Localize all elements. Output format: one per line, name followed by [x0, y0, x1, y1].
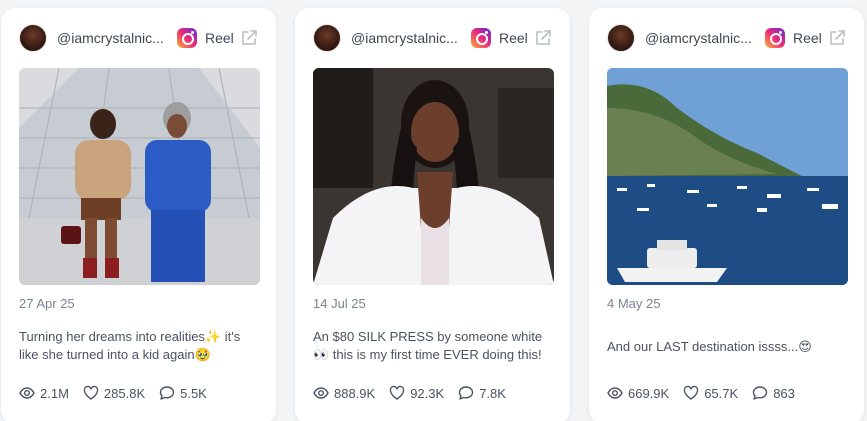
- post-thumbnail-image: [19, 68, 260, 285]
- comments-count: 5.5K: [180, 385, 207, 401]
- likes-count: 285.8K: [103, 385, 146, 401]
- heart-icon: [683, 385, 699, 400]
- instagram-icon: [765, 28, 785, 48]
- post-card[interactable]: @iamcrystalnic... Reel 4 May 25 And our …: [589, 8, 864, 421]
- external-link-icon[interactable]: [534, 29, 552, 47]
- post-date: 27 Apr 25: [19, 296, 75, 311]
- heart-icon: [389, 385, 405, 400]
- comments-stat: 863: [752, 385, 795, 401]
- likes-stat: 285.8K: [83, 385, 145, 401]
- post-thumbnail-image: [313, 68, 554, 285]
- views-stat: 2.1M: [19, 385, 69, 401]
- creator-handle[interactable]: @iamcrystalnic...: [351, 30, 459, 46]
- post-media[interactable]: [313, 68, 554, 285]
- card-header: @iamcrystalnic... Reel: [313, 24, 552, 52]
- comments-count: 863: [773, 385, 795, 401]
- views-count: 2.1M: [40, 385, 69, 401]
- eye-icon: [19, 387, 35, 399]
- likes-count: 92.3K: [410, 385, 445, 401]
- post-caption: And our LAST destination issss...😍: [607, 339, 812, 354]
- creator-handle[interactable]: @iamcrystalnic...: [57, 30, 165, 46]
- post-type-label: Reel: [499, 30, 528, 46]
- avatar[interactable]: [19, 24, 47, 52]
- post-caption: Turning her dreams into realities✨ it's …: [19, 329, 241, 362]
- creator-handle[interactable]: @iamcrystalnic...: [645, 30, 753, 46]
- post-card[interactable]: @iamcrystalnic... Reel 27 Apr 25 Turning…: [1, 8, 276, 421]
- likes-stat: 65.7K: [683, 385, 738, 401]
- views-stat: 888.9K: [313, 385, 375, 401]
- post-caption: An $80 SILK PRESS by someone white👀 this…: [313, 329, 543, 366]
- card-header: @iamcrystalnic... Reel: [607, 24, 846, 52]
- views-count: 669.9K: [628, 385, 670, 401]
- post-stats: 669.9K 65.7K 863: [607, 384, 846, 402]
- views-stat: 669.9K: [607, 385, 669, 401]
- post-media[interactable]: [19, 68, 260, 285]
- post-thumbnail-image: [607, 68, 848, 285]
- post-stats: 888.9K 92.3K 7.8K: [313, 384, 552, 402]
- post-date: 14 Jul 25: [313, 296, 366, 311]
- avatar[interactable]: [313, 24, 341, 52]
- eye-icon: [313, 387, 329, 399]
- likes-stat: 92.3K: [389, 385, 444, 401]
- instagram-icon: [471, 28, 491, 48]
- views-count: 888.9K: [334, 385, 376, 401]
- post-card[interactable]: @iamcrystalnic... Reel 14 Jul 25 An $80 …: [295, 8, 570, 421]
- comment-icon: [159, 386, 175, 400]
- post-media[interactable]: [607, 68, 848, 285]
- post-type-label: Reel: [793, 30, 822, 46]
- card-header: @iamcrystalnic... Reel: [19, 24, 258, 52]
- comment-icon: [752, 386, 768, 400]
- post-type-label: Reel: [205, 30, 234, 46]
- external-link-icon[interactable]: [240, 29, 258, 47]
- post-stats: 2.1M 285.8K 5.5K: [19, 384, 258, 402]
- comments-count: 7.8K: [479, 385, 506, 401]
- avatar[interactable]: [607, 24, 635, 52]
- likes-count: 65.7K: [704, 385, 739, 401]
- instagram-icon: [177, 28, 197, 48]
- heart-icon: [83, 385, 99, 400]
- comment-icon: [458, 386, 474, 400]
- eye-icon: [607, 387, 623, 399]
- external-link-icon[interactable]: [828, 29, 846, 47]
- comments-stat: 7.8K: [458, 385, 506, 401]
- comments-stat: 5.5K: [159, 385, 207, 401]
- post-date: 4 May 25: [607, 296, 661, 311]
